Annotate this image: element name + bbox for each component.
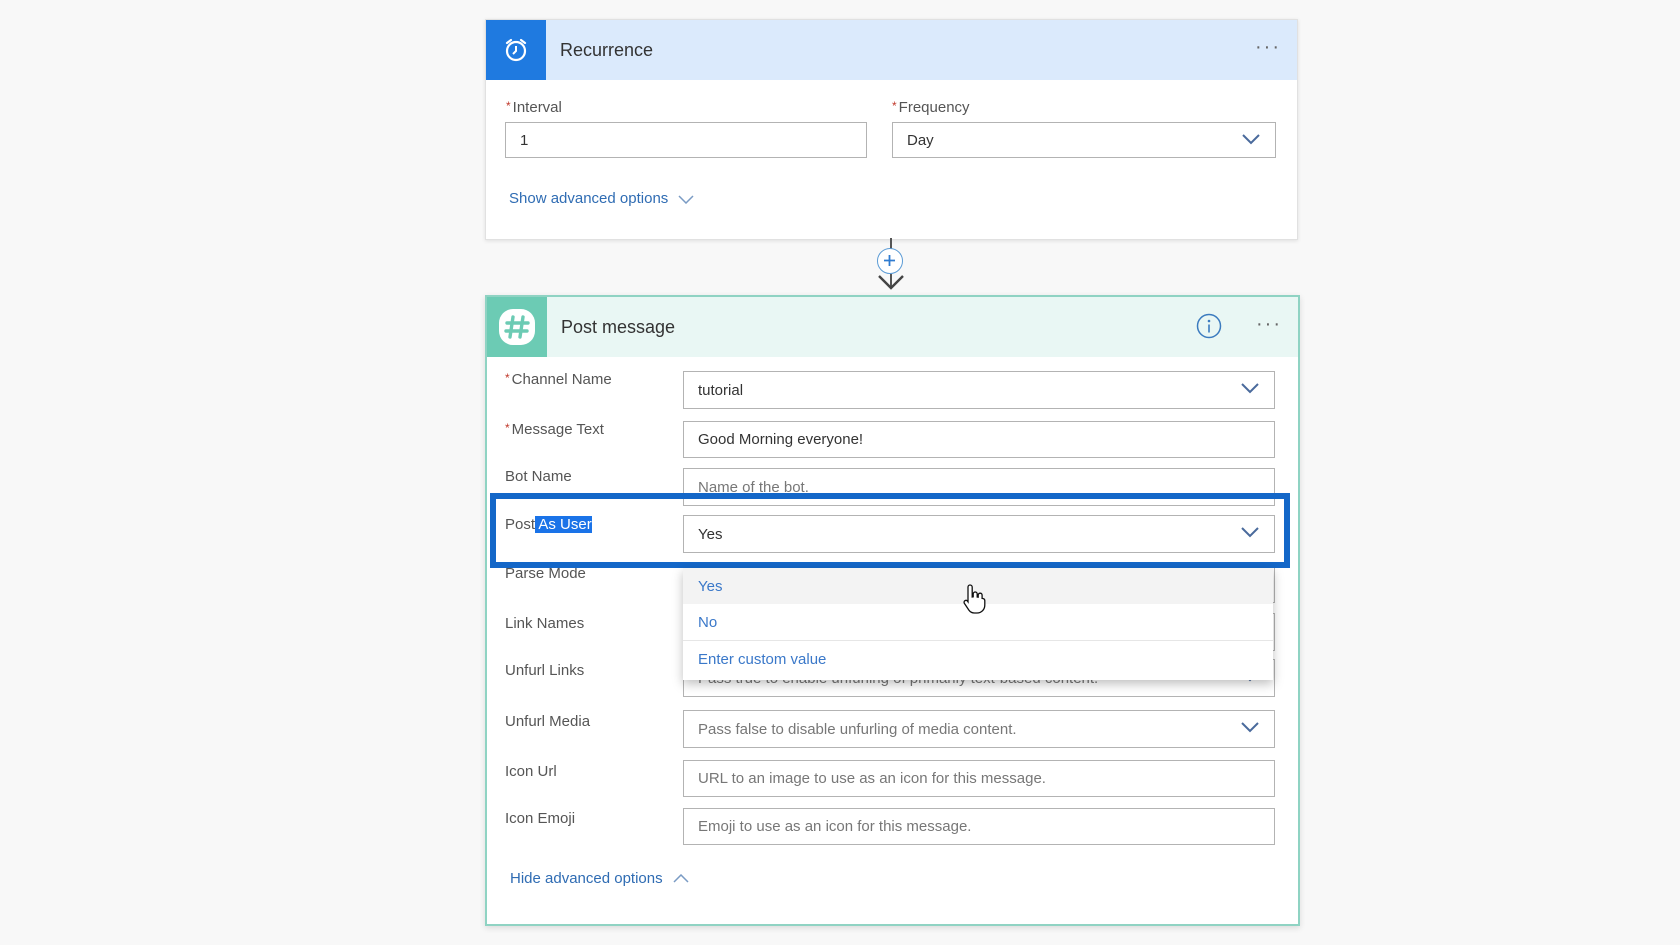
show-advanced-options-link[interactable]: Show advanced options (509, 190, 694, 207)
dropdown-option-custom[interactable]: Enter custom value (683, 640, 1273, 677)
post-as-user-label: Post As User (505, 516, 592, 533)
chevron-up-icon (673, 873, 689, 883)
frequency-label: * Frequency (892, 99, 970, 116)
selected-text: As User (535, 516, 592, 533)
post-message-title: Post message (561, 316, 676, 337)
slack-hash-icon (487, 297, 547, 357)
recurrence-header[interactable]: Recurrence ··· (486, 20, 1297, 80)
alarm-clock-icon (486, 20, 546, 80)
link-names-label: Link Names (505, 615, 585, 632)
interval-label: * Interval (506, 99, 562, 116)
bot-name-input[interactable]: Name of the bot. (683, 468, 1275, 506)
hide-advanced-options-link[interactable]: Hide advanced options (510, 870, 689, 887)
parse-mode-label: Parse Mode (505, 565, 586, 582)
info-icon[interactable] (1196, 313, 1222, 339)
recurrence-title: Recurrence (560, 39, 654, 60)
hand-cursor-icon (963, 584, 986, 614)
interval-input[interactable]: 1 (505, 122, 867, 158)
unfurl-media-select[interactable]: Pass false to disable unfurling of media… (683, 710, 1275, 748)
message-text-input[interactable]: Good Morning everyone! (683, 421, 1275, 458)
recurrence-card: Recurrence ··· * Interval 1 * Frequency Da… (485, 19, 1298, 240)
channel-name-label: * Channel Name (505, 371, 612, 388)
more-options-icon[interactable]: ··· (1256, 314, 1282, 334)
post-as-user-select[interactable]: Yes (683, 515, 1275, 553)
more-options-icon[interactable]: ··· (1255, 37, 1281, 57)
chevron-down-icon (1241, 383, 1259, 394)
icon-url-label: Icon Url (505, 763, 557, 780)
unfurl-links-label: Unfurl Links (505, 662, 585, 679)
frequency-select[interactable]: Day (892, 122, 1276, 158)
chevron-down-icon (1241, 722, 1259, 733)
post-message-header[interactable]: Post message ··· (487, 297, 1298, 357)
icon-url-input[interactable]: URL to an image to use as an icon for th… (683, 760, 1275, 797)
unfurl-media-label: Unfurl Media (505, 713, 591, 730)
icon-emoji-label: Icon Emoji (505, 810, 576, 827)
icon-emoji-input[interactable]: Emoji to use as an icon for this message… (683, 808, 1275, 845)
bot-name-label: Bot Name (505, 468, 572, 485)
chevron-down-icon (1242, 134, 1260, 145)
chevron-down-icon (1241, 527, 1259, 538)
arrow-down-icon (878, 275, 904, 290)
message-text-label: * Message Text (505, 421, 604, 438)
channel-name-select[interactable]: tutorial (683, 371, 1275, 409)
chevron-down-icon (678, 194, 694, 204)
